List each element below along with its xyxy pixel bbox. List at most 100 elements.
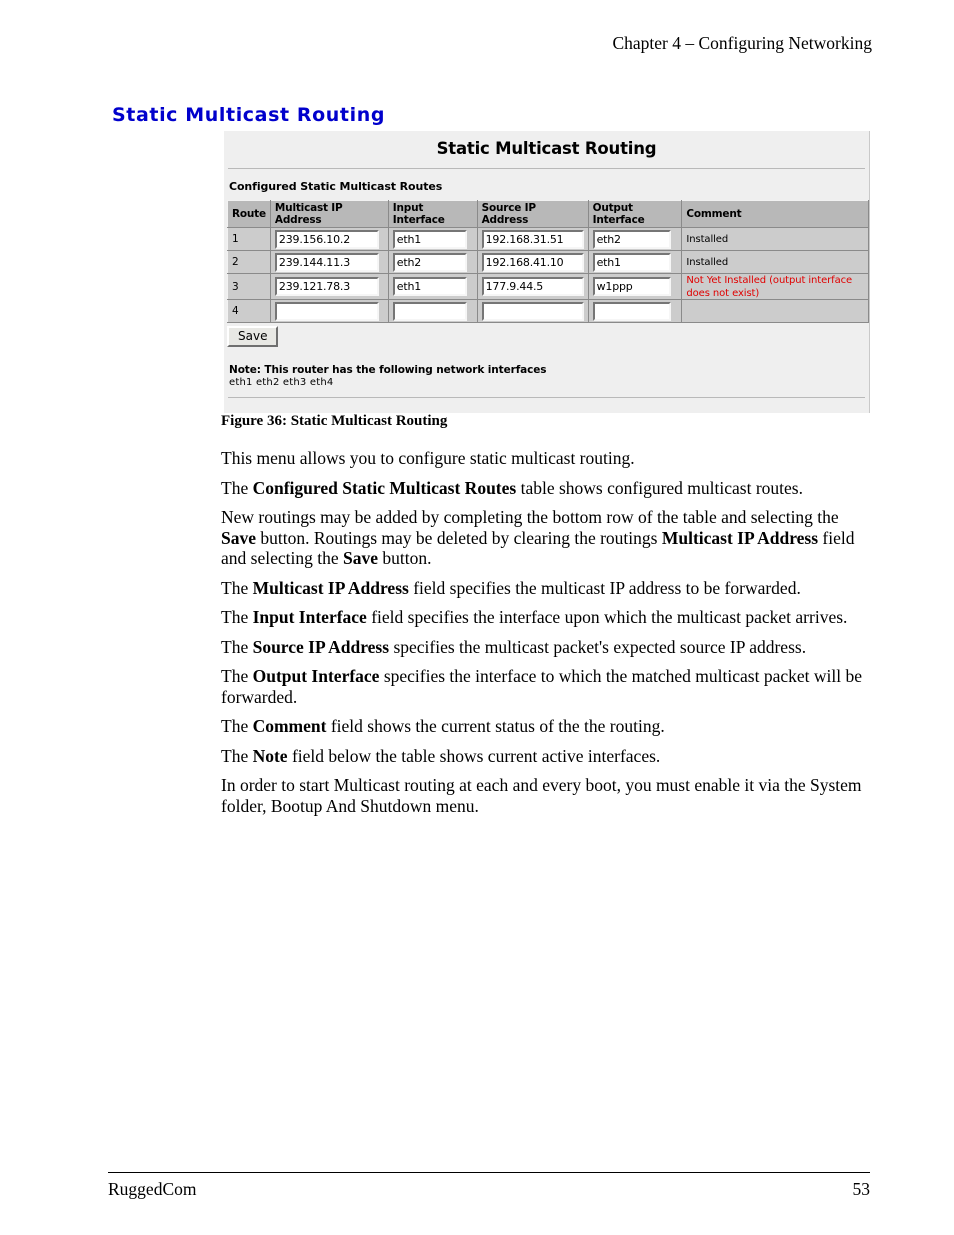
input-interface-input[interactable]: [392, 301, 467, 321]
table-header-row: Route Multicast IP Address Input Interfa…: [227, 200, 869, 228]
paragraph-text: New routings may be added by completing …: [221, 507, 839, 527]
footer-company: RuggedCom: [108, 1179, 197, 1199]
paragraph-text: The: [221, 636, 253, 657]
status-warning-text: Not Yet Installed (output interface does…: [686, 275, 853, 299]
cell-route-number: 1: [227, 227, 271, 251]
cell-source-ip: 177.9.44.5: [476, 273, 589, 300]
figure-caption: Figure 36: Static Multicast Routing: [221, 413, 448, 429]
term-note: Note: [252, 745, 288, 766]
term-source-ip-address: Source IP Address: [252, 636, 390, 657]
configured-static-multicast-routes-table: Route Multicast IP Address Input Interfa…: [227, 200, 869, 323]
paragraph-text: field specifies the interface upon which…: [366, 607, 848, 627]
output-interface-input[interactable]: eth1: [592, 252, 671, 272]
network-interfaces-note: Note: This router has the following netw…: [224, 347, 869, 388]
term-multicast-ip-address: Multicast IP Address: [252, 577, 409, 598]
source-ip-input[interactable]: 192.168.31.51: [481, 229, 584, 249]
note-interface-list: eth1 eth2 eth3 eth4: [229, 377, 334, 388]
cell-multicast-ip: 239.144.11.3: [269, 250, 389, 274]
paragraph-text: specifies the multicast packet's expecte…: [389, 636, 807, 657]
paragraph-add-delete: New routings may be added by completing …: [221, 507, 873, 569]
output-interface-input[interactable]: w1ppp: [592, 277, 671, 296]
paragraph-boot-enable: In order to start Multicast routing at e…: [221, 775, 873, 816]
cell-multicast-ip: 239.156.10.2: [269, 227, 389, 251]
cell-route-number: 4: [227, 299, 271, 323]
body-copy: This menu allows you to configure static…: [221, 448, 873, 816]
output-interface-input[interactable]: eth2: [592, 229, 671, 249]
page-footer: RuggedCom 53: [108, 1179, 870, 1200]
paragraph-text: The: [221, 666, 253, 686]
cell-comment: Not Yet Installed (output interface does…: [681, 273, 869, 300]
paragraph-text: field specifies the multicast IP address…: [408, 577, 801, 598]
paragraph-text: field below the table shows current acti…: [287, 745, 661, 766]
term-configured-static-multicast-routes: Configured Static Multicast Routes: [252, 477, 517, 498]
term-input-interface: Input Interface: [252, 607, 367, 627]
paragraph-text: The: [221, 745, 253, 766]
paragraph-note: The Note field below the table shows cur…: [221, 746, 873, 767]
source-ip-input[interactable]: 192.168.41.10: [481, 252, 584, 272]
cell-comment: Installed: [681, 250, 869, 274]
paragraph-text: This menu allows you to configure static…: [221, 448, 635, 468]
multicast-ip-input[interactable]: [274, 301, 379, 321]
column-header-route: Route: [227, 200, 271, 228]
column-header-input-interface: Input Interface: [387, 200, 478, 228]
term-save: Save: [342, 548, 378, 568]
source-ip-input[interactable]: 177.9.44.5: [481, 277, 584, 296]
multicast-ip-input[interactable]: 239.144.11.3: [274, 252, 379, 272]
column-header-output-interface: Output Interface: [587, 200, 683, 228]
term-output-interface: Output Interface: [252, 666, 380, 686]
cell-source-ip: [476, 299, 589, 323]
page-number: 53: [852, 1179, 871, 1199]
source-ip-input[interactable]: [481, 301, 584, 321]
cell-source-ip: 192.168.41.10: [476, 250, 589, 274]
paragraph-configured-routes: The Configured Static Multicast Routes t…: [221, 478, 873, 499]
paragraph-text: The: [221, 607, 253, 627]
output-interface-input[interactable]: [592, 301, 671, 321]
cell-multicast-ip: 239.121.78.3: [269, 273, 389, 300]
paragraph-intro: This menu allows you to configure static…: [221, 448, 873, 469]
cell-input-interface: eth2: [387, 250, 478, 274]
running-header: Chapter 4 – Configuring Networking: [612, 33, 872, 53]
paragraph-text: The: [221, 716, 253, 736]
cell-route-number: 2: [227, 250, 271, 274]
app-title: Static Multicast Routing: [436, 139, 657, 158]
cell-output-interface: [587, 299, 683, 323]
cell-multicast-ip: [269, 299, 389, 323]
cell-output-interface: eth2: [587, 227, 683, 251]
paragraph-input-interface: The Input Interface field specifies the …: [221, 607, 873, 628]
status-text: Installed: [686, 257, 729, 268]
app-footer-divider: [228, 397, 865, 398]
term-save: Save: [221, 527, 256, 548]
cell-input-interface: eth1: [387, 227, 478, 251]
cell-output-interface: eth1: [587, 250, 683, 274]
cell-input-interface: eth1: [387, 273, 478, 300]
input-interface-input[interactable]: eth1: [392, 229, 467, 249]
cell-route-number: 3: [227, 273, 271, 300]
paragraph-source-ip-address: The Source IP Address specifies the mult…: [221, 637, 873, 658]
column-header-source-ip: Source IP Address: [476, 200, 589, 228]
table-row: 2 239.144.11.3 eth2 192.168.41.10 eth1 I…: [227, 250, 869, 274]
column-header-comment: Comment: [681, 200, 869, 228]
routes-table-caption: Configured Static Multicast Routes: [229, 180, 443, 193]
paragraph-comment: The Comment field shows the current stat…: [221, 716, 873, 737]
cell-comment: Installed: [681, 227, 869, 251]
paragraph-text: In order to start Multicast routing at e…: [221, 775, 862, 816]
save-button[interactable]: Save: [227, 326, 279, 347]
paragraph-text: button. Routings may be deleted by clear…: [256, 527, 662, 548]
column-header-multicast-ip: Multicast IP Address: [269, 200, 389, 228]
input-interface-input[interactable]: eth1: [392, 277, 467, 296]
multicast-ip-input[interactable]: 239.121.78.3: [274, 277, 379, 296]
input-interface-input[interactable]: eth2: [392, 252, 467, 272]
multicast-ip-input[interactable]: 239.156.10.2: [274, 229, 379, 249]
paragraph-output-interface: The Output Interface specifies the inter…: [221, 666, 873, 707]
cell-input-interface: [387, 299, 478, 323]
status-text: Installed: [686, 234, 729, 245]
term-comment: Comment: [252, 716, 327, 736]
cell-output-interface: w1ppp: [587, 273, 683, 300]
paragraph-text: table shows configured multicast routes.: [516, 477, 803, 498]
note-title: Note: This router has the following netw…: [229, 364, 547, 376]
table-row: 3 239.121.78.3 eth1 177.9.44.5 w1ppp Not…: [227, 273, 869, 300]
term-multicast-ip-address: Multicast IP Address: [661, 527, 819, 548]
table-row: 1 239.156.10.2 eth1 192.168.31.51 eth2 I…: [227, 227, 869, 251]
page-title: Static Multicast Routing: [112, 104, 386, 126]
paragraph-text: button.: [377, 548, 432, 568]
